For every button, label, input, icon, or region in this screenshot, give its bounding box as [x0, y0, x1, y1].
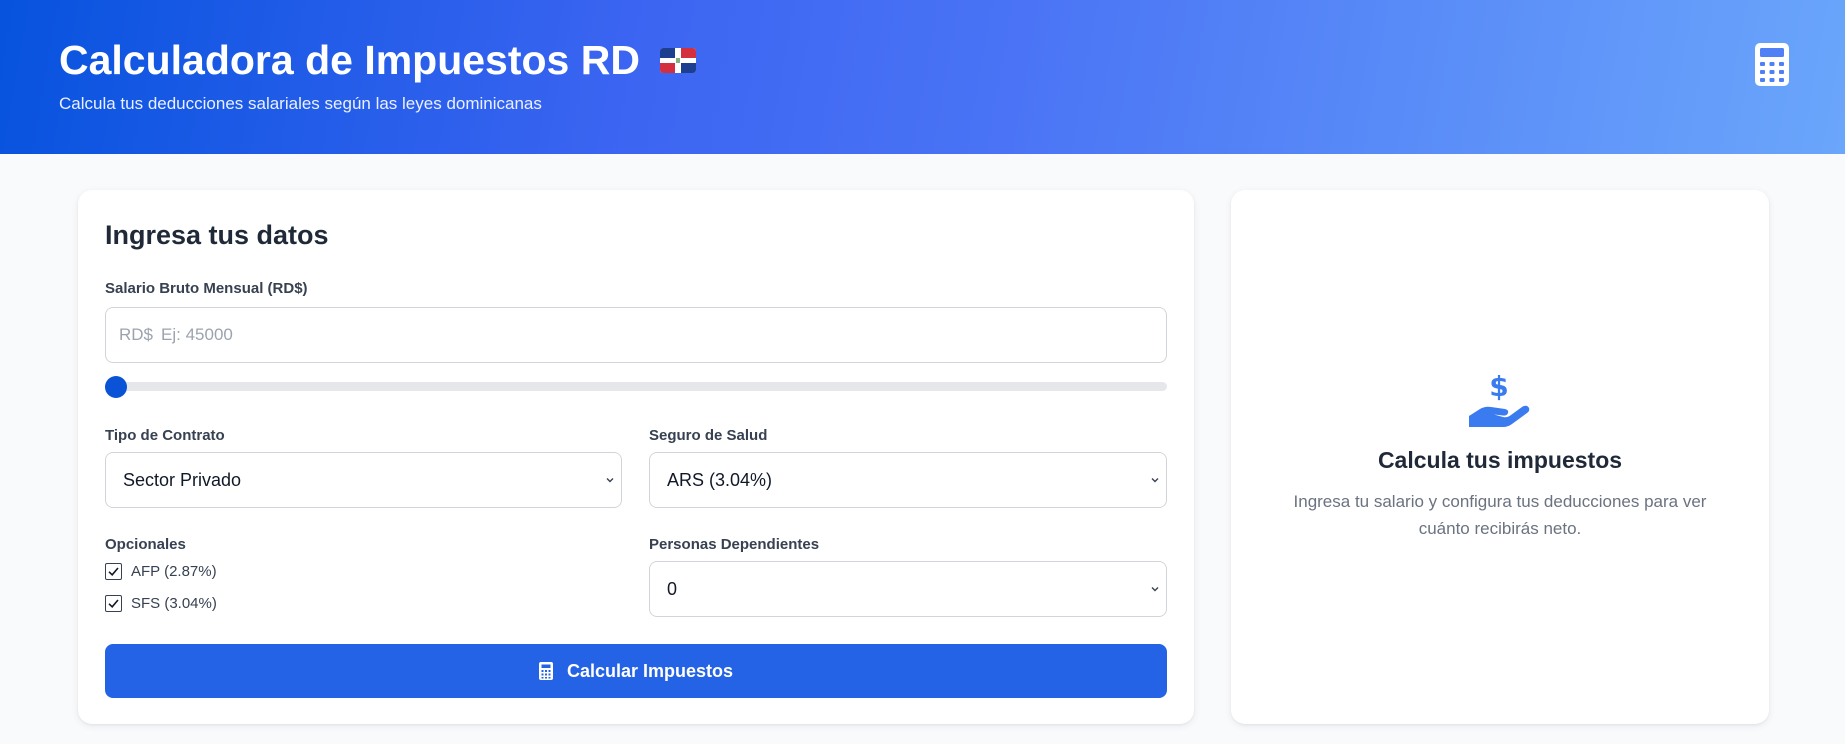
- sfs-checkbox-label: SFS (3.04%): [131, 595, 217, 612]
- app-header: Calculadora de Impuestos RD Calcula tus …: [0, 0, 1845, 154]
- afp-checkbox-row[interactable]: AFP (2.87%): [105, 563, 217, 580]
- chevron-down-icon: [1151, 587, 1159, 592]
- check-icon: [108, 599, 119, 608]
- dependents-select[interactable]: 0: [649, 561, 1167, 617]
- chevron-down-icon: [1151, 478, 1159, 483]
- health-label: Seguro de Salud: [649, 427, 768, 444]
- afp-checkbox-label: AFP (2.87%): [131, 563, 217, 580]
- salary-slider-thumb[interactable]: [105, 376, 127, 398]
- currency-prefix: RD$: [119, 325, 154, 344]
- result-card: $ Calcula tus impuestos Ingresa tu salar…: [1231, 190, 1769, 724]
- salary-input-box[interactable]: RD$: [105, 307, 1167, 363]
- salary-input[interactable]: [161, 325, 1062, 345]
- sfs-checkbox-row[interactable]: SFS (3.04%): [105, 595, 217, 612]
- page-title: Calculadora de Impuestos RD: [59, 36, 696, 84]
- form-title: Ingresa tus datos: [105, 220, 329, 250]
- input-form-card: Ingresa tus datos Salario Bruto Mensual …: [78, 190, 1194, 724]
- chevron-down-icon: [606, 478, 614, 483]
- page-subtitle: Calcula tus deducciones salariales según…: [59, 94, 542, 113]
- afp-checkbox[interactable]: [105, 563, 122, 580]
- salary-label: Salario Bruto Mensual (RD$): [105, 280, 308, 297]
- calculate-button[interactable]: Calcular Impuestos: [105, 644, 1167, 698]
- calculate-button-label: Calcular Impuestos: [566, 660, 734, 681]
- health-select[interactable]: ARS (3.04%): [649, 452, 1167, 508]
- contract-select[interactable]: Sector Privado: [105, 452, 622, 508]
- sfs-checkbox[interactable]: [105, 595, 122, 612]
- result-title: Calcula tus impuestos: [1377, 447, 1623, 473]
- health-select-value: ARS (3.04%): [667, 469, 773, 490]
- dominican-flag-icon: [659, 47, 696, 73]
- dependents-select-value: 0: [667, 578, 678, 599]
- salary-slider[interactable]: [105, 376, 1167, 398]
- contract-select-value: Sector Privado: [123, 469, 242, 490]
- calculator-icon: [538, 662, 553, 680]
- contract-label: Tipo de Contrato: [105, 427, 225, 444]
- svg-text:$: $: [1489, 372, 1508, 403]
- hand-holding-dollar-icon: $: [1467, 370, 1531, 430]
- calculator-icon: [1755, 43, 1789, 86]
- dependents-label: Personas Dependientes: [649, 536, 820, 553]
- optionals-label: Opcionales: [105, 536, 186, 553]
- page-title-text: Calculadora de Impuestos RD: [59, 37, 640, 83]
- result-description: Ingresa tu salario y configura tus deduc…: [1293, 492, 1707, 538]
- check-icon: [108, 567, 119, 576]
